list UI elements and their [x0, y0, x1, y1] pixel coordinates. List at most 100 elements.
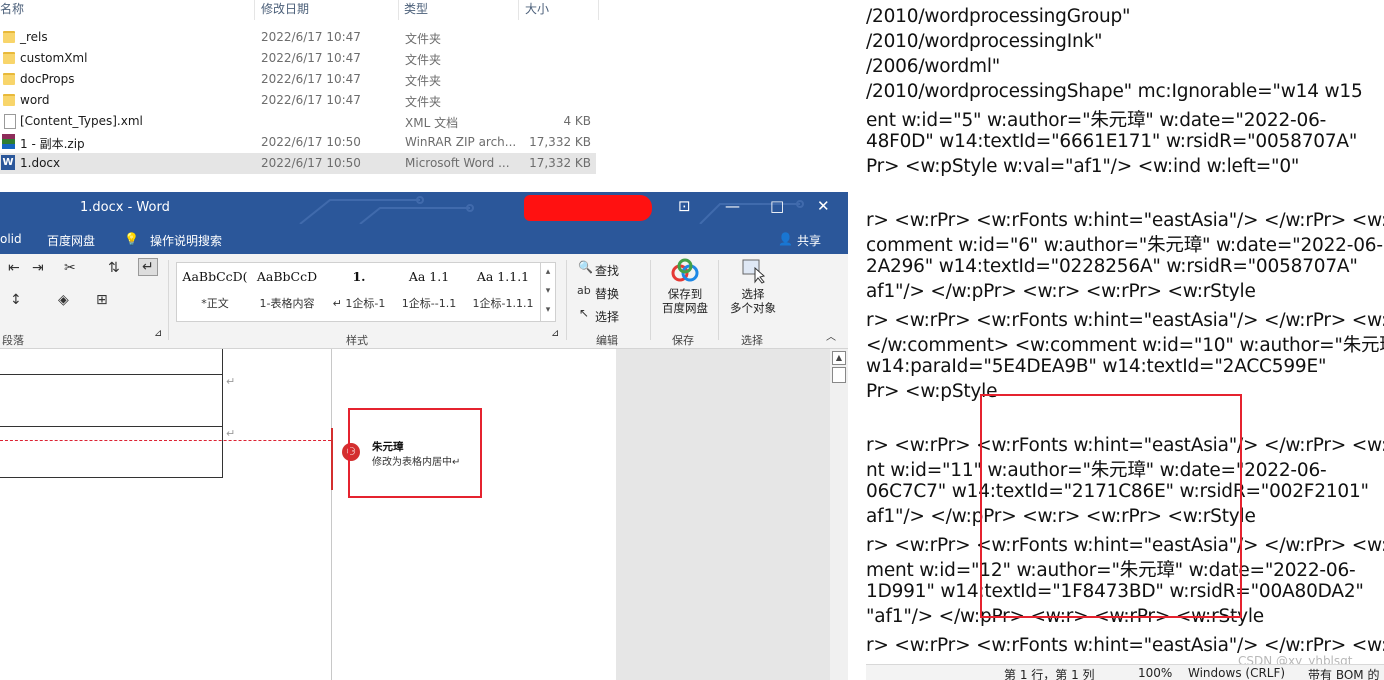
tab-olid[interactable]: olid	[0, 232, 22, 246]
file-type: WinRAR ZIP arch...	[405, 135, 517, 149]
group-divider	[718, 260, 719, 340]
file-row[interactable]: word 2022/6/17 10:47 文件夹	[0, 90, 596, 111]
column-header-name[interactable]: 名称	[0, 0, 24, 17]
paragraph-mark: ↵	[226, 427, 236, 440]
ribbon: ⇤ ⇥ ✂ ⇅ ↵ ↕ ◈ ⊞ 段落 ⊿ AaBbCcD( *正文 AaBbCc…	[0, 254, 848, 349]
line-ending[interactable]: Windows (CRLF)	[1188, 666, 1285, 680]
style-name: 1企标-1.1.1	[472, 297, 534, 310]
minimize-icon[interactable]: —	[725, 197, 740, 215]
style-preview: 1.	[352, 269, 366, 284]
file-explorer: 名称 修改日期 类型 大小 _rels 2022/6/17 10:47 文件夹 …	[0, 0, 866, 192]
table-cell[interactable]	[0, 349, 223, 375]
file-row[interactable]: [Content_Types].xml XML 文档 4 KB	[0, 111, 596, 132]
file-row[interactable]: _rels 2022/6/17 10:47 文件夹	[0, 27, 596, 48]
baidu-netdisk-label: 百度网盘	[662, 301, 708, 315]
style-heading-1-1[interactable]: Aa 1.1 1企标--1.1	[393, 269, 465, 311]
folder-icon	[3, 31, 15, 43]
code-line: r> <w:rPr> <w:rFonts w:hint="eastAsia"/>…	[866, 210, 1384, 231]
tab-baidu-netdisk[interactable]: 百度网盘	[47, 232, 95, 249]
increase-indent-icon[interactable]: ⇥	[32, 260, 44, 276]
document-area[interactable]: ↵ ↵ ⚇ 朱元璋 修改为表格内居中↵	[0, 349, 830, 680]
dialog-launcher-icon[interactable]: ⊿	[551, 328, 559, 339]
column-divider[interactable]	[598, 0, 599, 20]
styles-gallery: AaBbCcD( *正文 AaBbCcD 1-表格内容 1. ↵ 1企标-1 A…	[176, 262, 556, 322]
shading-icon[interactable]: ◈	[58, 292, 69, 308]
column-divider[interactable]	[518, 0, 519, 20]
replace-button[interactable]: 替换	[595, 285, 619, 302]
sort-icon[interactable]: ⇅	[108, 260, 120, 276]
cursor-position[interactable]: 第 1 行，第 1 列	[1004, 666, 1095, 680]
comment-anchor-line	[0, 440, 331, 441]
borders-icon[interactable]: ⊞	[96, 292, 108, 308]
file-type: 文件夹	[405, 74, 442, 88]
column-header-type[interactable]: 类型	[404, 0, 428, 17]
close-icon[interactable]: ✕	[817, 197, 830, 215]
file-size: 17,332 KB	[529, 135, 591, 149]
ribbon-tab-row: olid 百度网盘 💡 操作说明搜索 👤 共享	[0, 224, 848, 254]
style-name: 1企标--1.1	[401, 297, 457, 310]
file-row-selected[interactable]: W 1.docx 2022/6/17 10:50 Microsoft Word …	[0, 153, 596, 174]
file-size: 4 KB	[563, 114, 591, 128]
show-formatting-marks-icon[interactable]: ↵	[138, 258, 158, 276]
table-cell[interactable]	[0, 426, 223, 478]
xml-file-icon	[4, 114, 16, 129]
select-button[interactable]: 选择	[595, 308, 619, 325]
paragraph-group-label: 段落	[2, 334, 24, 347]
file-row[interactable]: customXml 2022/6/17 10:47 文件夹	[0, 48, 596, 69]
file-name: 1.docx	[20, 156, 61, 170]
editor-status-bar: 第 1 行，第 1 列 100% Windows (CRLF) 带有 BOM 的	[866, 664, 1384, 680]
find-button[interactable]: 查找	[595, 262, 619, 279]
styles-group-label: 样式	[346, 334, 368, 347]
code-line: ent w:id="5" w:author="朱元璋" w:date="2022…	[866, 110, 1327, 131]
maximize-icon[interactable]: □	[770, 197, 784, 215]
tell-me-search[interactable]: 操作说明搜索	[150, 232, 222, 249]
scroll-thumb[interactable]	[832, 367, 846, 383]
select-multiple-objects-button[interactable]: 选择 多个对象	[724, 258, 782, 315]
code-line: /2010/wordprocessingGroup"	[866, 6, 1131, 27]
zoom-level[interactable]: 100%	[1138, 666, 1172, 680]
column-header-date[interactable]: 修改日期	[261, 0, 309, 17]
file-type: Microsoft Word ...	[405, 156, 510, 170]
style-normal[interactable]: AaBbCcD( *正文	[179, 269, 251, 311]
file-date: 2022/6/17 10:47	[261, 51, 361, 65]
line-spacing-icon[interactable]: ↕	[10, 292, 22, 308]
comment-indicator-bar	[331, 428, 333, 490]
highlight-box	[348, 408, 482, 498]
code-line: 48F0D" w14:textId="6661E171" w:rsidR="00…	[866, 131, 1358, 152]
style-heading-1[interactable]: 1. ↵ 1企标-1	[323, 269, 395, 311]
file-encoding[interactable]: 带有 BOM 的	[1308, 666, 1379, 680]
vertical-scrollbar[interactable]: ▲	[830, 349, 848, 680]
share-button[interactable]: 共享	[797, 232, 821, 249]
select-label: 选择	[741, 287, 765, 301]
code-line: /2006/wordml"	[866, 56, 1001, 77]
code-line: /2010/wordprocessingShape" mc:Ignorable=…	[866, 81, 1363, 102]
file-row[interactable]: docProps 2022/6/17 10:47 文件夹	[0, 69, 596, 90]
code-line: af1"/> </w:pPr> <w:r> <w:rPr> <w:rStyle	[866, 281, 1256, 302]
save-to-baidu-button[interactable]: 保存到 百度网盘	[656, 258, 714, 315]
ribbon-display-options-icon[interactable]: ⊡	[678, 197, 691, 215]
collapse-ribbon-icon[interactable]: ︿	[826, 328, 836, 343]
decrease-indent-icon[interactable]: ⇤	[8, 260, 20, 276]
word-title-bar[interactable]: 1.docx - Word ⊡ — □ ✕	[0, 192, 848, 224]
code-line: Pr> <w:pStyle w:val="af1"/> <w:ind w:lef…	[866, 156, 1300, 177]
column-divider[interactable]	[254, 0, 255, 20]
gallery-scroll-controls[interactable]: ▴ ▾ ▾	[540, 263, 555, 321]
search-icon: 🔍	[578, 260, 593, 274]
file-date: 2022/6/17 10:47	[261, 30, 361, 44]
column-header-size[interactable]: 大小	[525, 0, 549, 17]
chinese-layout-icon[interactable]: ✂	[64, 260, 76, 276]
style-heading-1-1-1[interactable]: Aa 1.1.1 1企标-1.1.1	[467, 269, 539, 311]
lightbulb-icon: 💡	[124, 232, 139, 246]
multiple-objects-label: 多个对象	[730, 301, 776, 315]
style-preview: AaBbCcD(	[182, 269, 248, 284]
document-page[interactable]: ↵ ↵ ⚇ 朱元璋 修改为表格内居中↵	[0, 349, 616, 680]
scroll-up-icon[interactable]: ▲	[832, 351, 846, 365]
file-row[interactable]: 1 - 副本.zip 2022/6/17 10:50 WinRAR ZIP ar…	[0, 132, 596, 153]
markup-pane-divider	[331, 349, 332, 680]
code-line: w14:paraId="5E4DEA9B" w14:textId="2ACC59…	[866, 356, 1327, 377]
style-table-content[interactable]: AaBbCcD 1-表格内容	[251, 269, 323, 311]
dialog-launcher-icon[interactable]: ⊿	[154, 328, 162, 339]
folder-icon	[3, 94, 15, 106]
table-cell[interactable]	[0, 374, 223, 427]
column-divider[interactable]	[398, 0, 399, 20]
